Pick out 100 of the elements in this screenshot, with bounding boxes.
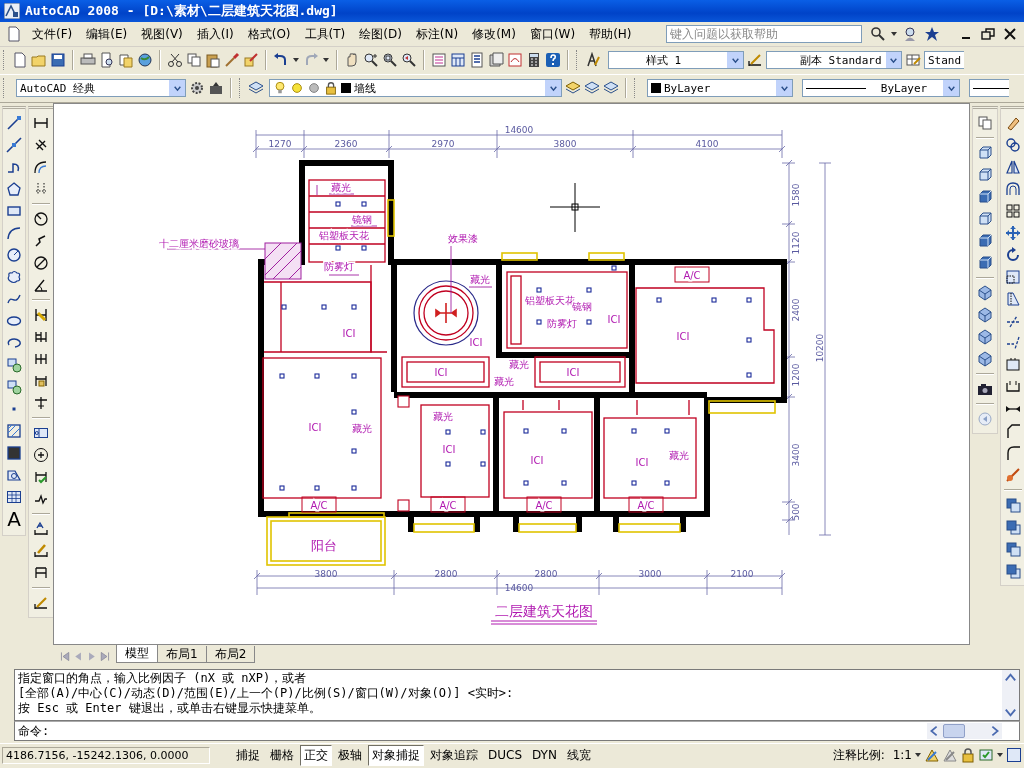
elliptical-arc-icon[interactable] (6, 335, 22, 351)
dimension-style-icon[interactable] (747, 52, 763, 68)
text-style-icon[interactable] (585, 52, 601, 68)
dropdown-button[interactable] (726, 52, 743, 68)
layer-dropdown[interactable]: 墙线 (269, 79, 562, 97)
properties-icon[interactable] (431, 52, 447, 68)
cube-icon[interactable] (977, 211, 993, 227)
line-icon[interactable] (6, 115, 22, 131)
isometric-cube-icon[interactable] (977, 351, 993, 367)
paste-icon[interactable] (205, 52, 221, 68)
circle-icon[interactable] (6, 247, 22, 263)
hatch-icon[interactable] (6, 423, 22, 439)
dropdown-button[interactable] (168, 80, 185, 96)
isometric-cube-icon[interactable] (977, 329, 993, 345)
pan-hand-icon[interactable] (344, 52, 360, 68)
cube-icon[interactable] (977, 233, 993, 249)
help-search-field[interactable]: 键入问题以获取帮助 (666, 25, 862, 43)
inspection-icon[interactable] (33, 469, 49, 485)
caret-icon[interactable] (890, 30, 898, 38)
tool-palette-icon[interactable] (469, 52, 485, 68)
workspace-icon[interactable] (208, 80, 224, 96)
view-icon[interactable] (977, 115, 993, 131)
menu-item[interactable]: 编辑(E) (80, 23, 134, 45)
save-icon[interactable] (50, 52, 66, 68)
cube-icon[interactable] (977, 167, 993, 183)
design-center-icon[interactable] (450, 52, 466, 68)
polygon-icon[interactable] (6, 181, 22, 197)
array-icon[interactable] (1005, 203, 1021, 219)
paintbrush-icon[interactable] (224, 52, 240, 68)
undo-icon[interactable] (273, 52, 289, 68)
layers-icon[interactable] (248, 80, 264, 96)
layers-icon[interactable] (584, 80, 600, 96)
dimension-style-icon[interactable] (33, 595, 49, 611)
dimension-space-icon[interactable] (33, 373, 49, 389)
rotate-icon[interactable] (1005, 247, 1021, 263)
menu-item[interactable]: 插入(I) (190, 23, 240, 45)
isometric-cube-icon[interactable] (977, 307, 993, 323)
send-under-icon[interactable] (1005, 563, 1021, 579)
zoom-window-icon[interactable] (382, 52, 398, 68)
bring-above-icon[interactable] (1005, 541, 1021, 557)
person-icon[interactable] (902, 26, 918, 42)
block-editor-icon[interactable] (243, 52, 259, 68)
arc-length-icon[interactable] (33, 159, 49, 175)
baseline-dimension-icon[interactable] (33, 329, 49, 345)
dimension-edit-icon[interactable] (33, 521, 49, 537)
dropdown-button[interactable] (884, 52, 901, 68)
dimension-style-dropdown[interactable]: 副本 Standard (766, 51, 902, 69)
dropdown-button[interactable] (775, 80, 792, 96)
caret-icon[interactable] (996, 751, 1004, 759)
menu-item[interactable]: 工具(T) (298, 23, 352, 45)
globe-icon[interactable] (137, 52, 153, 68)
multiline-text-tool[interactable]: A (7, 511, 21, 529)
caret-icon[interactable] (292, 56, 300, 64)
menu-item[interactable]: 视图(V) (135, 23, 189, 45)
layout-tab[interactable]: 模型 (116, 645, 158, 663)
construction-line-icon[interactable] (6, 137, 22, 153)
diameter-icon[interactable] (33, 255, 49, 271)
layers-icon[interactable] (603, 80, 619, 96)
join-icon[interactable] (1005, 379, 1021, 395)
workspace-dropdown[interactable]: AutoCAD 经典 (16, 79, 186, 97)
rectangle-icon[interactable] (6, 203, 22, 219)
cloud-icon[interactable] (6, 269, 22, 285)
tolerance-icon[interactable] (33, 425, 49, 441)
annotation-scale-button[interactable]: 1:1 (892, 748, 912, 762)
copy-icon[interactable] (186, 52, 202, 68)
status-toggle[interactable]: 正交 (300, 744, 332, 766)
angle-icon[interactable] (33, 277, 49, 293)
gradient-icon[interactable] (6, 445, 22, 461)
move-icon[interactable] (1005, 225, 1021, 241)
lineweight-dropdown[interactable] (969, 79, 1009, 97)
continue-dimension-icon[interactable] (33, 351, 49, 367)
new-document-icon[interactable] (12, 52, 28, 68)
sheet-set-icon[interactable] (488, 52, 504, 68)
close-icon[interactable] (1002, 26, 1018, 42)
cube-icon[interactable] (977, 255, 993, 271)
radius-icon[interactable] (33, 211, 49, 227)
menu-item[interactable]: 绘图(D) (353, 23, 408, 45)
dropdown-button[interactable] (544, 80, 561, 96)
padlock-icon[interactable] (960, 747, 976, 763)
region-icon[interactable] (6, 467, 22, 483)
table-icon[interactable] (6, 489, 22, 505)
menu-item[interactable]: 帮助(H) (583, 23, 638, 45)
bring-to-front-icon[interactable] (1005, 497, 1021, 513)
ordinate-dimension-icon[interactable] (33, 181, 49, 197)
status-toggle[interactable]: 对象捕捉 (368, 744, 424, 766)
quick-dimension-icon[interactable] (33, 307, 49, 323)
search-icon[interactable] (870, 26, 886, 42)
linetype-dropdown[interactable]: ByLayer (802, 79, 960, 97)
aligned-dimension-icon[interactable] (33, 137, 49, 153)
help-icon[interactable] (545, 52, 561, 68)
arc-icon[interactable] (6, 225, 22, 241)
chamfer-icon[interactable] (1005, 423, 1021, 439)
layer-previous-icon[interactable] (565, 80, 581, 96)
insert-block-icon[interactable] (6, 379, 22, 395)
dimension-update-icon[interactable] (33, 565, 49, 581)
menu-item[interactable]: 标注(N) (409, 23, 465, 45)
extend-icon[interactable] (1005, 335, 1021, 351)
menu-item[interactable]: 修改(M) (466, 23, 522, 45)
markup-icon[interactable] (507, 52, 523, 68)
caret-icon[interactable] (322, 56, 330, 64)
